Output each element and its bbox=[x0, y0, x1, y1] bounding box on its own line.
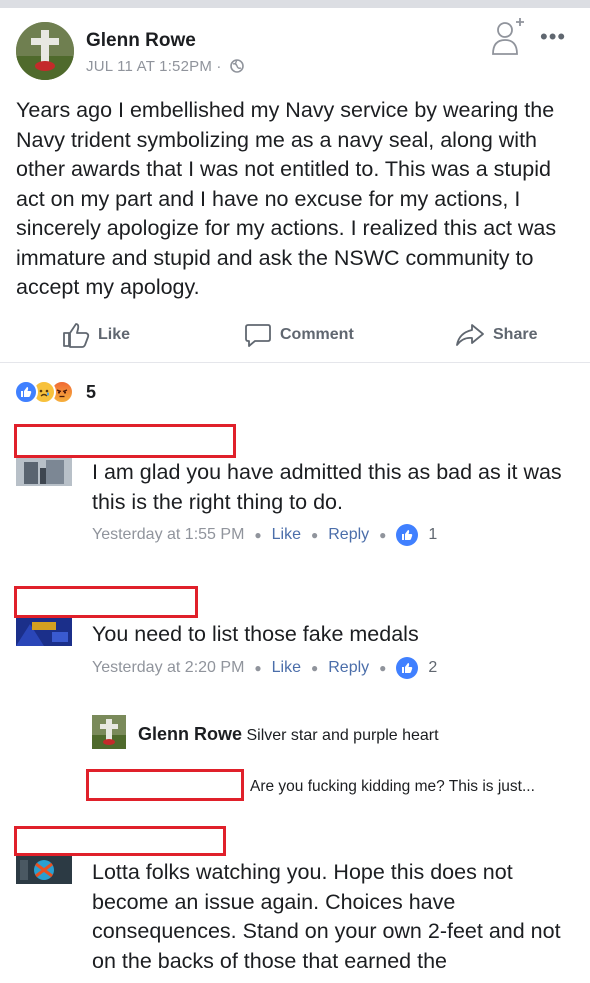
author-avatar[interactable] bbox=[16, 22, 74, 80]
comment-reply-link[interactable]: Reply bbox=[328, 526, 369, 544]
commenter-avatar[interactable] bbox=[16, 856, 72, 884]
thumbs-up-icon bbox=[63, 323, 90, 348]
comment-text: Lotta folks watching you. Hope this does… bbox=[92, 860, 561, 973]
like-badge-icon bbox=[396, 524, 419, 546]
comment-time: Yesterday at 2:20 PM bbox=[92, 659, 245, 676]
redacted-name bbox=[86, 769, 244, 801]
post-text: Years ago I embellished my Navy service … bbox=[16, 98, 557, 299]
commenter-avatar[interactable] bbox=[16, 458, 72, 486]
globe-icon bbox=[230, 59, 244, 77]
reply-text[interactable]: Are you fucking kidding me? This is just… bbox=[250, 778, 535, 796]
comment-like-link[interactable]: Like bbox=[272, 526, 301, 544]
reply-text: Silver star and purple heart bbox=[246, 727, 439, 744]
like-reaction-icon bbox=[14, 380, 38, 404]
like-button[interactable]: Like bbox=[62, 320, 130, 350]
divider bbox=[0, 362, 590, 363]
redacted-name bbox=[14, 826, 226, 856]
reply: Glenn Rowe Silver star and purple heart bbox=[138, 724, 439, 745]
comment-like-count[interactable]: 2 bbox=[428, 659, 437, 677]
post-timestamp[interactable]: JUL 11 AT 1:52PM · bbox=[86, 58, 222, 75]
comment-meta: Yesterday at 2:20 PM ● Like ● Reply ● 2 bbox=[92, 657, 437, 679]
comment-like-link[interactable]: Like bbox=[272, 659, 301, 677]
comment-text: You need to list those fake medals bbox=[92, 622, 419, 646]
comment-meta: Yesterday at 1:55 PM ● Like ● Reply ● 1 bbox=[92, 524, 437, 546]
commenter-avatar[interactable] bbox=[16, 618, 72, 646]
share-label: Share bbox=[493, 326, 538, 343]
comment-text: I am glad you have admitted this as bad … bbox=[92, 460, 562, 514]
comment-time: Yesterday at 1:55 PM bbox=[92, 526, 245, 543]
redacted-name bbox=[14, 586, 198, 618]
reaction-count: 5 bbox=[86, 381, 97, 402]
post-header: Glenn Rowe JUL 11 AT 1:52PM · ••• bbox=[0, 8, 590, 90]
share-button[interactable]: Share bbox=[455, 320, 537, 350]
like-badge-icon bbox=[396, 657, 419, 679]
reply-author[interactable]: Glenn Rowe bbox=[138, 724, 242, 744]
comment-like-count[interactable]: 1 bbox=[428, 526, 437, 544]
reactions-summary[interactable]: 5 bbox=[14, 378, 96, 406]
comment-button[interactable]: Comment bbox=[244, 320, 354, 350]
share-icon bbox=[456, 324, 484, 346]
comment-reply-link[interactable]: Reply bbox=[328, 659, 369, 677]
redacted-name bbox=[14, 424, 236, 458]
post-meta: JUL 11 AT 1:52PM · bbox=[86, 58, 244, 77]
add-friend-icon[interactable] bbox=[490, 16, 524, 56]
top-bar bbox=[0, 0, 590, 8]
comment-icon bbox=[245, 324, 271, 347]
post-actions: Like Comment Share bbox=[0, 314, 590, 358]
reply-avatar[interactable] bbox=[92, 715, 126, 749]
more-options-icon[interactable]: ••• bbox=[540, 24, 566, 50]
like-label: Like bbox=[98, 326, 131, 343]
comment-label: Comment bbox=[280, 326, 354, 343]
post-author[interactable]: Glenn Rowe bbox=[86, 30, 196, 52]
